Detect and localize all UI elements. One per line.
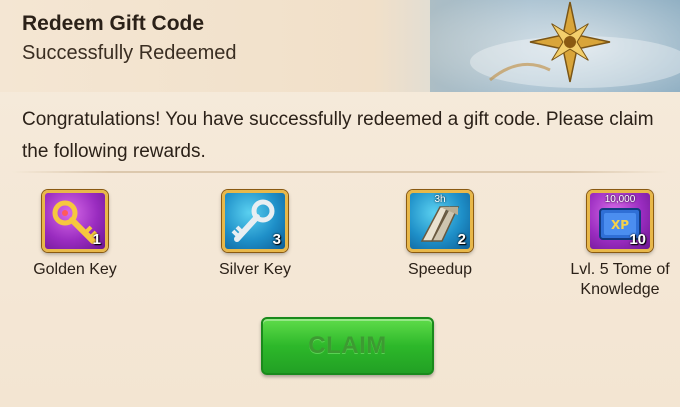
reward-item-tome-of-knowledge[interactable]: XP 10,000 10 Lvl. 5 Tome of Knowledge [545, 190, 680, 300]
claim-button-label: CLAIM [308, 332, 387, 359]
reward-quantity: 2 [457, 231, 466, 248]
redeem-gift-code-dialog: Redeem Gift Code Successfully Redeemed C… [0, 0, 680, 407]
reward-quantity: 3 [272, 231, 281, 248]
svg-text:XP: XP [611, 218, 629, 232]
reward-quantity: 10 [629, 231, 646, 248]
tome-of-knowledge-icon: XP 10,000 10 [587, 190, 653, 252]
divider [12, 171, 668, 173]
dialog-subtitle: Successfully Redeemed [22, 42, 237, 64]
reward-item-speedup[interactable]: 3h 2 Speedup [365, 190, 515, 280]
reward-item-golden-key[interactable]: 1 Golden Key [0, 190, 150, 280]
reward-quantity: 1 [92, 231, 101, 248]
speedup-duration: 3h [434, 194, 446, 205]
reward-name: Silver Key [218, 261, 292, 278]
reward-name: Speedup [407, 261, 473, 278]
claim-button[interactable]: CLAIM [261, 317, 434, 375]
dialog-header: Redeem Gift Code Successfully Redeemed [0, 0, 680, 92]
speedup-icon: 3h 2 [407, 190, 473, 252]
reward-name: Lvl. 5 Tome of Knowledge [570, 261, 670, 298]
congratulations-message: Congratulations! You have successfully r… [22, 109, 654, 162]
silver-key-icon: 3 [222, 190, 288, 252]
dialog-title: Redeem Gift Code [22, 12, 205, 35]
reward-item-silver-key[interactable]: 3 Silver Key [180, 190, 330, 280]
compass-star-icon [430, 0, 680, 92]
tome-experience-value: 10,000 [604, 194, 636, 205]
reward-name: Golden Key [33, 261, 117, 278]
golden-key-icon: 1 [42, 190, 108, 252]
